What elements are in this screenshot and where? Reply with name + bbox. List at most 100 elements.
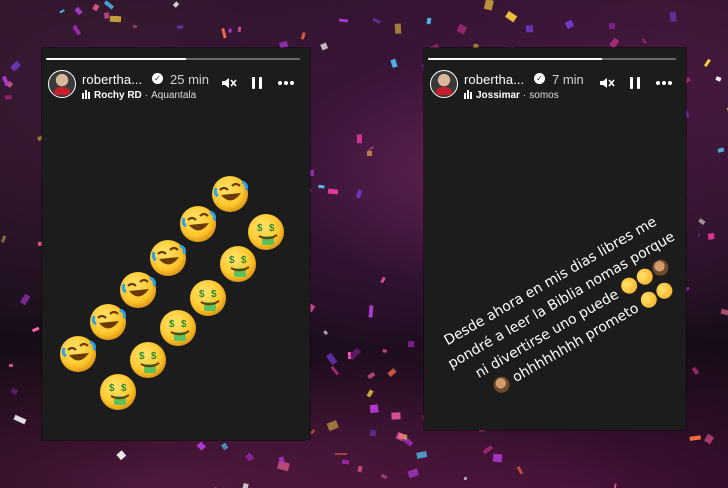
confetti-piece bbox=[369, 404, 379, 414]
confetti-piece bbox=[338, 18, 349, 23]
story-card-left[interactable]: robertha... ✓ 25 min Rochy RD · Aquantala … bbox=[42, 48, 310, 440]
confetti-piece bbox=[341, 459, 350, 465]
confetti-piece bbox=[74, 6, 83, 16]
confetti-piece bbox=[697, 233, 701, 238]
confetti-piece bbox=[328, 188, 339, 194]
username[interactable]: robertha... bbox=[464, 72, 524, 87]
confetti-piece bbox=[20, 294, 31, 306]
verified-badge-icon: ✓ bbox=[152, 73, 163, 84]
confetti-piece bbox=[132, 24, 138, 29]
song-title: Jossimar bbox=[476, 90, 520, 101]
confetti-piece bbox=[301, 32, 307, 40]
svg-text:$: $ bbox=[199, 289, 205, 300]
more-dots-icon[interactable] bbox=[276, 74, 294, 92]
confetti-piece bbox=[608, 22, 616, 29]
svg-text:$: $ bbox=[181, 319, 187, 330]
pause-icon[interactable] bbox=[626, 74, 644, 92]
confetti-piece bbox=[221, 28, 227, 39]
confetti-piece bbox=[525, 25, 533, 33]
rolling-laughing-emoji bbox=[90, 304, 126, 340]
confetti-piece bbox=[368, 304, 374, 317]
avatar[interactable] bbox=[430, 70, 458, 98]
confetti-piece bbox=[669, 11, 677, 23]
song-title: Rochy RD bbox=[94, 90, 142, 101]
money-mouth-face-emoji: $ $ bbox=[160, 310, 196, 346]
confetti-piece bbox=[9, 364, 14, 368]
confetti-piece bbox=[492, 453, 502, 462]
rolling-laughing-emoji bbox=[120, 272, 156, 308]
money-mouth-face-emoji: $ $ bbox=[220, 246, 256, 282]
confetti-piece bbox=[110, 16, 122, 23]
confetti-piece bbox=[177, 24, 184, 29]
music-label[interactable]: Jossimar · somos bbox=[464, 90, 559, 101]
confetti-piece bbox=[318, 184, 325, 189]
story-time: 25 min bbox=[170, 72, 210, 87]
confetti-piece bbox=[241, 482, 249, 488]
confetti-piece bbox=[379, 276, 386, 283]
username[interactable]: robertha... bbox=[82, 72, 142, 87]
confetti-piece bbox=[1, 235, 7, 243]
confetti-piece bbox=[565, 19, 575, 30]
svg-text:$: $ bbox=[257, 223, 263, 234]
confetti-piece bbox=[641, 38, 648, 45]
confetti-piece bbox=[407, 341, 414, 348]
song-artist: Aquantala bbox=[151, 90, 197, 101]
rolling-laughing-emoji bbox=[212, 176, 248, 212]
svg-text:$: $ bbox=[139, 351, 145, 362]
pause-icon[interactable] bbox=[248, 74, 266, 92]
svg-text:$: $ bbox=[241, 255, 247, 266]
svg-text:$: $ bbox=[169, 319, 175, 330]
confetti-piece bbox=[59, 9, 65, 14]
confetti-piece bbox=[5, 94, 13, 100]
confetti-piece bbox=[609, 37, 620, 48]
rolling-laughing-emoji bbox=[150, 240, 186, 276]
confetti-piece bbox=[484, 0, 495, 12]
confetti-piece bbox=[390, 58, 398, 69]
story-header: robertha... ✓ 7 min Jossimar · somos bbox=[430, 70, 680, 106]
music-bars-icon bbox=[82, 90, 91, 99]
money-mouth-face-emoji: $ $ bbox=[248, 214, 284, 250]
rolling-laughing-emoji bbox=[180, 206, 216, 242]
song-artist: somos bbox=[529, 90, 559, 101]
svg-text:$: $ bbox=[151, 351, 157, 362]
confetti-piece bbox=[320, 42, 329, 51]
svg-text:$: $ bbox=[211, 289, 217, 300]
svg-text:$: $ bbox=[229, 255, 235, 266]
confetti-piece bbox=[334, 452, 347, 456]
confetti-piece bbox=[369, 429, 376, 436]
svg-text:$: $ bbox=[109, 383, 115, 394]
svg-text:$: $ bbox=[269, 223, 275, 234]
speaker-muted-icon[interactable] bbox=[598, 74, 616, 92]
story-caption: Desde ahora en mis dias libres me pondré… bbox=[424, 194, 686, 425]
confetti-piece bbox=[356, 189, 363, 198]
confetti-piece bbox=[9, 61, 21, 72]
confetti-piece bbox=[717, 147, 725, 153]
music-label[interactable]: Rochy RD · Aquantala bbox=[82, 90, 196, 101]
confetti-piece bbox=[715, 76, 722, 82]
money-mouth-face-emoji: $ $ bbox=[100, 374, 136, 410]
man-facepalming-emoji bbox=[490, 373, 513, 396]
speaker-muted-icon[interactable] bbox=[220, 74, 238, 92]
confetti-piece bbox=[463, 476, 467, 480]
money-mouth-face-emoji: $ $ bbox=[130, 342, 166, 378]
confetti-piece bbox=[103, 12, 110, 19]
confetti-piece bbox=[390, 411, 401, 420]
confetti-piece bbox=[707, 232, 715, 241]
story-progress-bar bbox=[46, 58, 300, 60]
confetti-piece bbox=[504, 11, 517, 23]
confetti-piece bbox=[356, 134, 363, 144]
avatar[interactable] bbox=[48, 70, 76, 98]
confetti-piece bbox=[613, 484, 617, 488]
more-dots-icon[interactable] bbox=[654, 74, 672, 92]
confetti-piece bbox=[91, 3, 100, 12]
confetti-piece bbox=[395, 23, 402, 34]
rolling-laughing-emoji bbox=[60, 336, 96, 372]
story-progress-bar bbox=[428, 58, 676, 60]
story-time: 7 min bbox=[552, 72, 584, 87]
confetti-piece bbox=[72, 25, 81, 36]
confetti-piece bbox=[238, 26, 242, 32]
confetti-piece bbox=[456, 23, 467, 34]
confetti-piece bbox=[172, 1, 179, 8]
story-card-right[interactable]: robertha... ✓ 7 min Jossimar · somos Desde… bbox=[424, 48, 686, 430]
music-bars-icon bbox=[464, 90, 473, 99]
